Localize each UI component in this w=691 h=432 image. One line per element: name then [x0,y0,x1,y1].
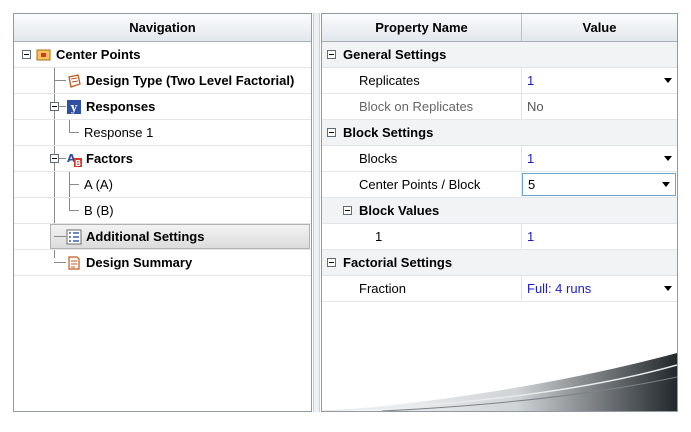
collapse-icon[interactable] [50,102,59,111]
tree-item-center-points[interactable]: Center Points [14,42,311,68]
factors-icon: AB [66,151,82,168]
dropdown-arrow-icon[interactable] [662,182,670,187]
property-name: Center Points / Block [322,172,522,197]
tree-item-design-summary[interactable]: Design Summary [14,250,311,276]
property-name: Fraction [322,276,522,301]
block-value-input[interactable]: 1 [522,224,677,249]
property-name: 1 [322,224,522,249]
tree-item-responses[interactable]: y Responses [14,94,311,120]
tree-line [54,80,66,81]
tree-item-factor-b[interactable]: B (B) [14,198,311,224]
tree-line [69,132,79,133]
navigation-header: Navigation [14,14,311,42]
list-settings-icon [66,229,82,245]
property-value: 5 [528,177,536,192]
property-value-text: No [527,99,544,114]
tree-item-response-1[interactable]: Response 1 [14,120,311,146]
tree-line [54,262,66,263]
tree-item-label: Responses [86,99,156,114]
svg-text:y: y [70,101,78,114]
blocks-dropdown[interactable]: 1 [522,146,677,171]
property-value: 1 [527,151,535,166]
property-name-header[interactable]: Property Name [322,14,522,41]
tree-item-label: A (A) [84,177,113,192]
category-general-settings[interactable]: General Settings [322,42,677,68]
grid-header: Property Name Value [322,14,677,42]
property-row-fraction[interactable]: Fraction Full: 4 runs [322,276,677,302]
property-grid: Property Name Value General Settings Rep… [321,13,678,412]
category-factorial-settings[interactable]: Factorial Settings [322,250,677,276]
property-row-block-value-1[interactable]: 1 1 [322,224,677,250]
tree-item-label: Design Type (Two Level Factorial) [86,73,295,88]
center-points-icon [36,47,52,63]
tree-item-label: Design Summary [86,255,193,270]
design-summary-icon [66,255,82,271]
dropdown-arrow-icon[interactable] [664,286,672,291]
collapse-icon[interactable] [327,128,336,137]
property-row-blocks[interactable]: Blocks 1 [322,146,677,172]
property-value: No [522,94,677,119]
tree-item-label: Center Points [56,47,141,62]
category-label: Block Values [359,203,440,218]
category-label: Factorial Settings [343,255,453,270]
tree-item-label: Factors [86,151,133,166]
category-block-values[interactable]: Block Values [322,198,677,224]
svg-text:B: B [75,159,81,167]
property-row-replicates[interactable]: Replicates 1 [322,68,677,94]
category-label: General Settings [343,47,447,62]
center-points-dropdown[interactable]: 5 [522,173,676,196]
collapse-icon[interactable] [327,258,336,267]
tree-item-factors[interactable]: AB Factors [14,146,311,172]
property-value: 1 [527,229,535,244]
tree-item-label: Additional Settings [86,229,205,244]
tree-item-design-type[interactable]: Design Type (Two Level Factorial) [14,68,311,94]
tree-item-factor-a[interactable]: A (A) [14,172,311,198]
property-value: 1 [527,73,535,88]
property-value: Full: 4 runs [527,281,592,296]
tree-item-additional-settings[interactable]: Additional Settings [14,224,311,250]
property-name: Replicates [322,68,522,93]
property-row-center-points-per-block[interactable]: Center Points / Block 5 [322,172,677,198]
property-name: Blocks [322,146,522,171]
property-name: Block on Replicates [322,94,522,119]
tree-item-label: B (B) [84,203,114,218]
collapse-icon[interactable] [50,154,59,163]
navigation-panel: Navigation Center Points Design Type (Tw… [13,13,312,412]
collapse-icon[interactable] [343,206,352,215]
design-type-icon [66,73,82,89]
tree-line [69,184,79,185]
tree-line [54,236,66,237]
collapse-icon[interactable] [327,50,336,59]
property-row-block-on-replicates: Block on Replicates No [322,94,677,120]
category-label: Block Settings [343,125,434,140]
collapse-icon[interactable] [22,50,31,59]
dropdown-arrow-icon[interactable] [664,78,672,83]
value-header[interactable]: Value [522,14,677,41]
panel-splitter[interactable] [313,13,320,412]
replicates-dropdown[interactable]: 1 [522,68,677,93]
fraction-dropdown[interactable]: Full: 4 runs [522,276,677,301]
tree-line [69,210,79,211]
responses-icon: y [66,99,82,115]
dropdown-arrow-icon[interactable] [664,156,672,161]
decorative-swoosh [322,353,677,411]
tree-item-label: Response 1 [84,125,154,140]
category-block-settings[interactable]: Block Settings [322,120,677,146]
